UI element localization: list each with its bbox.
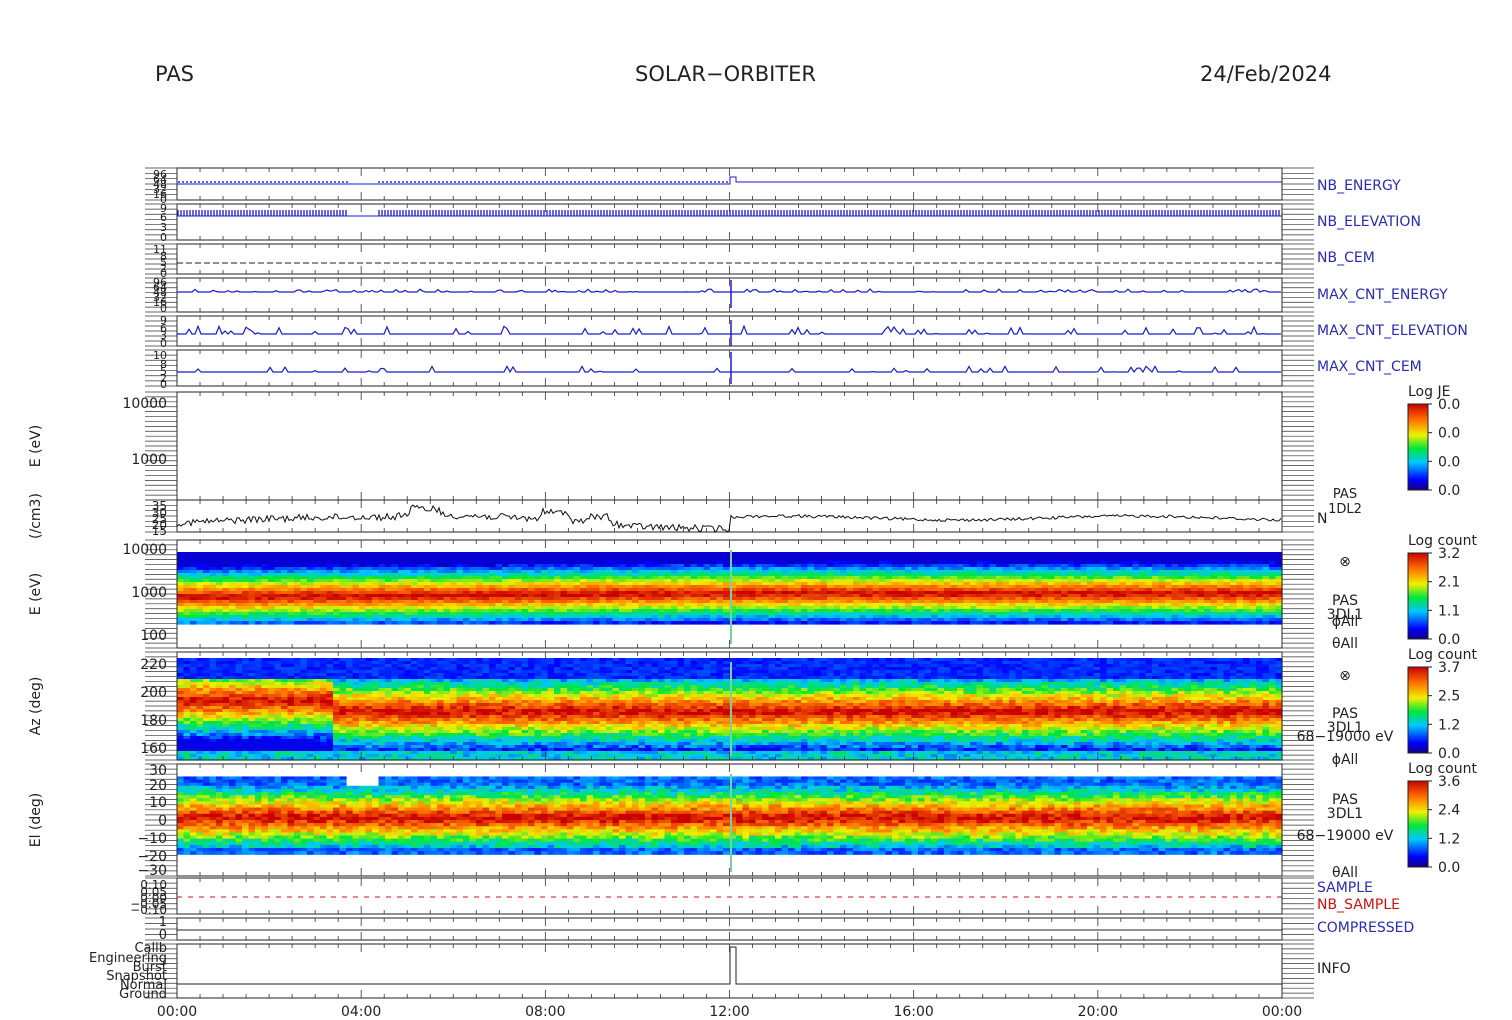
ytick-el-1: 20 <box>149 778 167 794</box>
xtick-0: 00:00 <box>157 1004 197 1020</box>
colorbar-tick-el-0: 3.6 <box>1438 774 1460 790</box>
label-nb_energy: NB_ENERGY <box>1317 178 1401 194</box>
spectrogram-espec <box>177 552 1283 625</box>
ytick-az-0: 220 <box>140 657 167 673</box>
xtick-3: 12:00 <box>709 1004 749 1020</box>
trace-nb-energy-dots <box>178 181 728 183</box>
az-right-label-4: ϕAll <box>1332 752 1359 768</box>
colorbar-tick-je-1: 0.0 <box>1438 426 1460 442</box>
espec-right-label-3: ϕAll <box>1332 614 1359 630</box>
colorbar-tick-espec-0: 3.2 <box>1438 546 1460 562</box>
ytick-el-0: 30 <box>149 763 167 779</box>
colorbar-tick-je-2: 0.0 <box>1438 454 1460 470</box>
time-ticks-je <box>176 392 1283 500</box>
label-max_cnt_cem: MAX_CNT_CEM <box>1317 359 1422 375</box>
ytick-el-2: 10 <box>149 795 167 811</box>
xtick-5: 20:00 <box>1078 1004 1118 1020</box>
el-right-label-2: 68−19000 eV <box>1297 828 1394 844</box>
ytick-density-4: 15 <box>152 524 167 538</box>
ytick-je-0: 10000 <box>122 396 167 412</box>
ytick-je-1: 1000 <box>131 452 167 468</box>
xtick-6: 00:00 <box>1262 1004 1302 1020</box>
ylabel-density: (/cm3) <box>28 493 44 539</box>
spectrogram-az <box>177 658 1283 761</box>
colorbar-tick-espec-1: 2.1 <box>1438 575 1460 591</box>
chart-canvas: 9664483216096301185209664483216096301085… <box>28 167 1477 1020</box>
colorbar-tick-az-1: 2.5 <box>1438 689 1460 705</box>
panel-frame-je <box>176 391 1283 501</box>
el-right-label-1: 3DL1 <box>1327 806 1363 822</box>
ytick-info-5: Ground <box>119 987 167 1002</box>
colorbar-tick-az-2: 1.2 <box>1438 717 1460 733</box>
espec-right-label-0: ⊗ <box>1339 554 1351 570</box>
ylabel-el: El (deg) <box>28 793 44 848</box>
colorbar-az <box>1407 666 1429 754</box>
trace-density <box>176 504 1282 533</box>
az-right-label-3: 68−19000 eV <box>1297 729 1394 745</box>
time-ticks-max_cnt_cem <box>176 350 1283 386</box>
label-max_cnt_elevation: MAX_CNT_ELEVATION <box>1317 323 1468 339</box>
density-label-2: N <box>1317 511 1327 527</box>
trace-max_cnt_elevation <box>177 324 1281 336</box>
trace-max_cnt_cem <box>177 365 1281 374</box>
ylabel-espec: E (eV) <box>28 573 44 615</box>
el-right-label-3: θAll <box>1332 865 1358 881</box>
espec-right-label-4: θAll <box>1332 636 1358 652</box>
trace-info <box>177 946 1282 985</box>
colorbar-je <box>1407 403 1429 491</box>
ytick-az-3: 160 <box>140 741 167 757</box>
label-nb_cem: NB_CEM <box>1317 250 1375 266</box>
label-sample: SAMPLE <box>1317 880 1373 896</box>
az-right-label-0: ⊗ <box>1339 668 1351 684</box>
ytick-espec-1: 1000 <box>131 585 167 601</box>
ytick-el-3: 0 <box>158 813 167 829</box>
xtick-4: 16:00 <box>893 1004 933 1020</box>
colorbar-tick-el-2: 1.2 <box>1438 831 1460 847</box>
time-ticks-nb_elevation <box>176 204 1283 240</box>
ytick-el-4: −10 <box>137 831 167 847</box>
ytick-espec-0: 10000 <box>122 542 167 558</box>
xtick-2: 08:00 <box>525 1004 565 1020</box>
colorbar-tick-espec-2: 1.1 <box>1438 603 1460 619</box>
time-ticks-nb_cem <box>176 244 1283 274</box>
ytick-max_cnt_cem-4: 0 <box>160 378 167 391</box>
label-nb_sample: NB_SAMPLE <box>1317 897 1400 913</box>
ylabel-je: E (eV) <box>28 425 44 467</box>
colorbar-tick-je-3: 0.0 <box>1438 483 1460 499</box>
xtick-1: 04:00 <box>341 1004 381 1020</box>
label-max_cnt_energy: MAX_CNT_ENERGY <box>1317 287 1448 303</box>
label-compressed: COMPRESSED <box>1317 920 1414 936</box>
colorbar-tick-az-0: 3.7 <box>1438 660 1460 676</box>
trace-max_cnt_energy <box>177 288 1281 293</box>
colorbar-espec <box>1407 552 1429 640</box>
time-ticks-sample <box>176 878 1283 914</box>
density-label-0: PAS <box>1333 487 1357 502</box>
label-info: INFO <box>1317 961 1351 977</box>
spectrogram-el <box>177 776 1283 855</box>
density-label-1: 1DL2 <box>1328 502 1362 517</box>
colorbar-tick-espec-3: 0.0 <box>1438 632 1460 648</box>
ytick-el-6: −30 <box>137 863 167 879</box>
time-ticks-max_cnt_energy <box>176 278 1283 312</box>
colorbar-tick-el-3: 0.0 <box>1438 860 1460 876</box>
colorbar-tick-je-0: 0.0 <box>1438 397 1460 413</box>
ytick-espec-2: 100 <box>140 628 167 644</box>
ytick-az-2: 180 <box>140 713 167 729</box>
ytick-az-1: 200 <box>140 685 167 701</box>
side-ticks-je <box>145 391 1314 501</box>
trace-nb-elevation <box>177 210 1280 216</box>
colorbar-tick-el-1: 2.4 <box>1438 803 1460 819</box>
colorbar-tick-az-3: 0.0 <box>1438 746 1460 762</box>
ylabel-az: Az (deg) <box>28 677 44 736</box>
time-ticks-compressed <box>176 918 1283 940</box>
label-nb_elevation: NB_ELEVATION <box>1317 214 1421 230</box>
colorbar-el <box>1407 780 1429 868</box>
